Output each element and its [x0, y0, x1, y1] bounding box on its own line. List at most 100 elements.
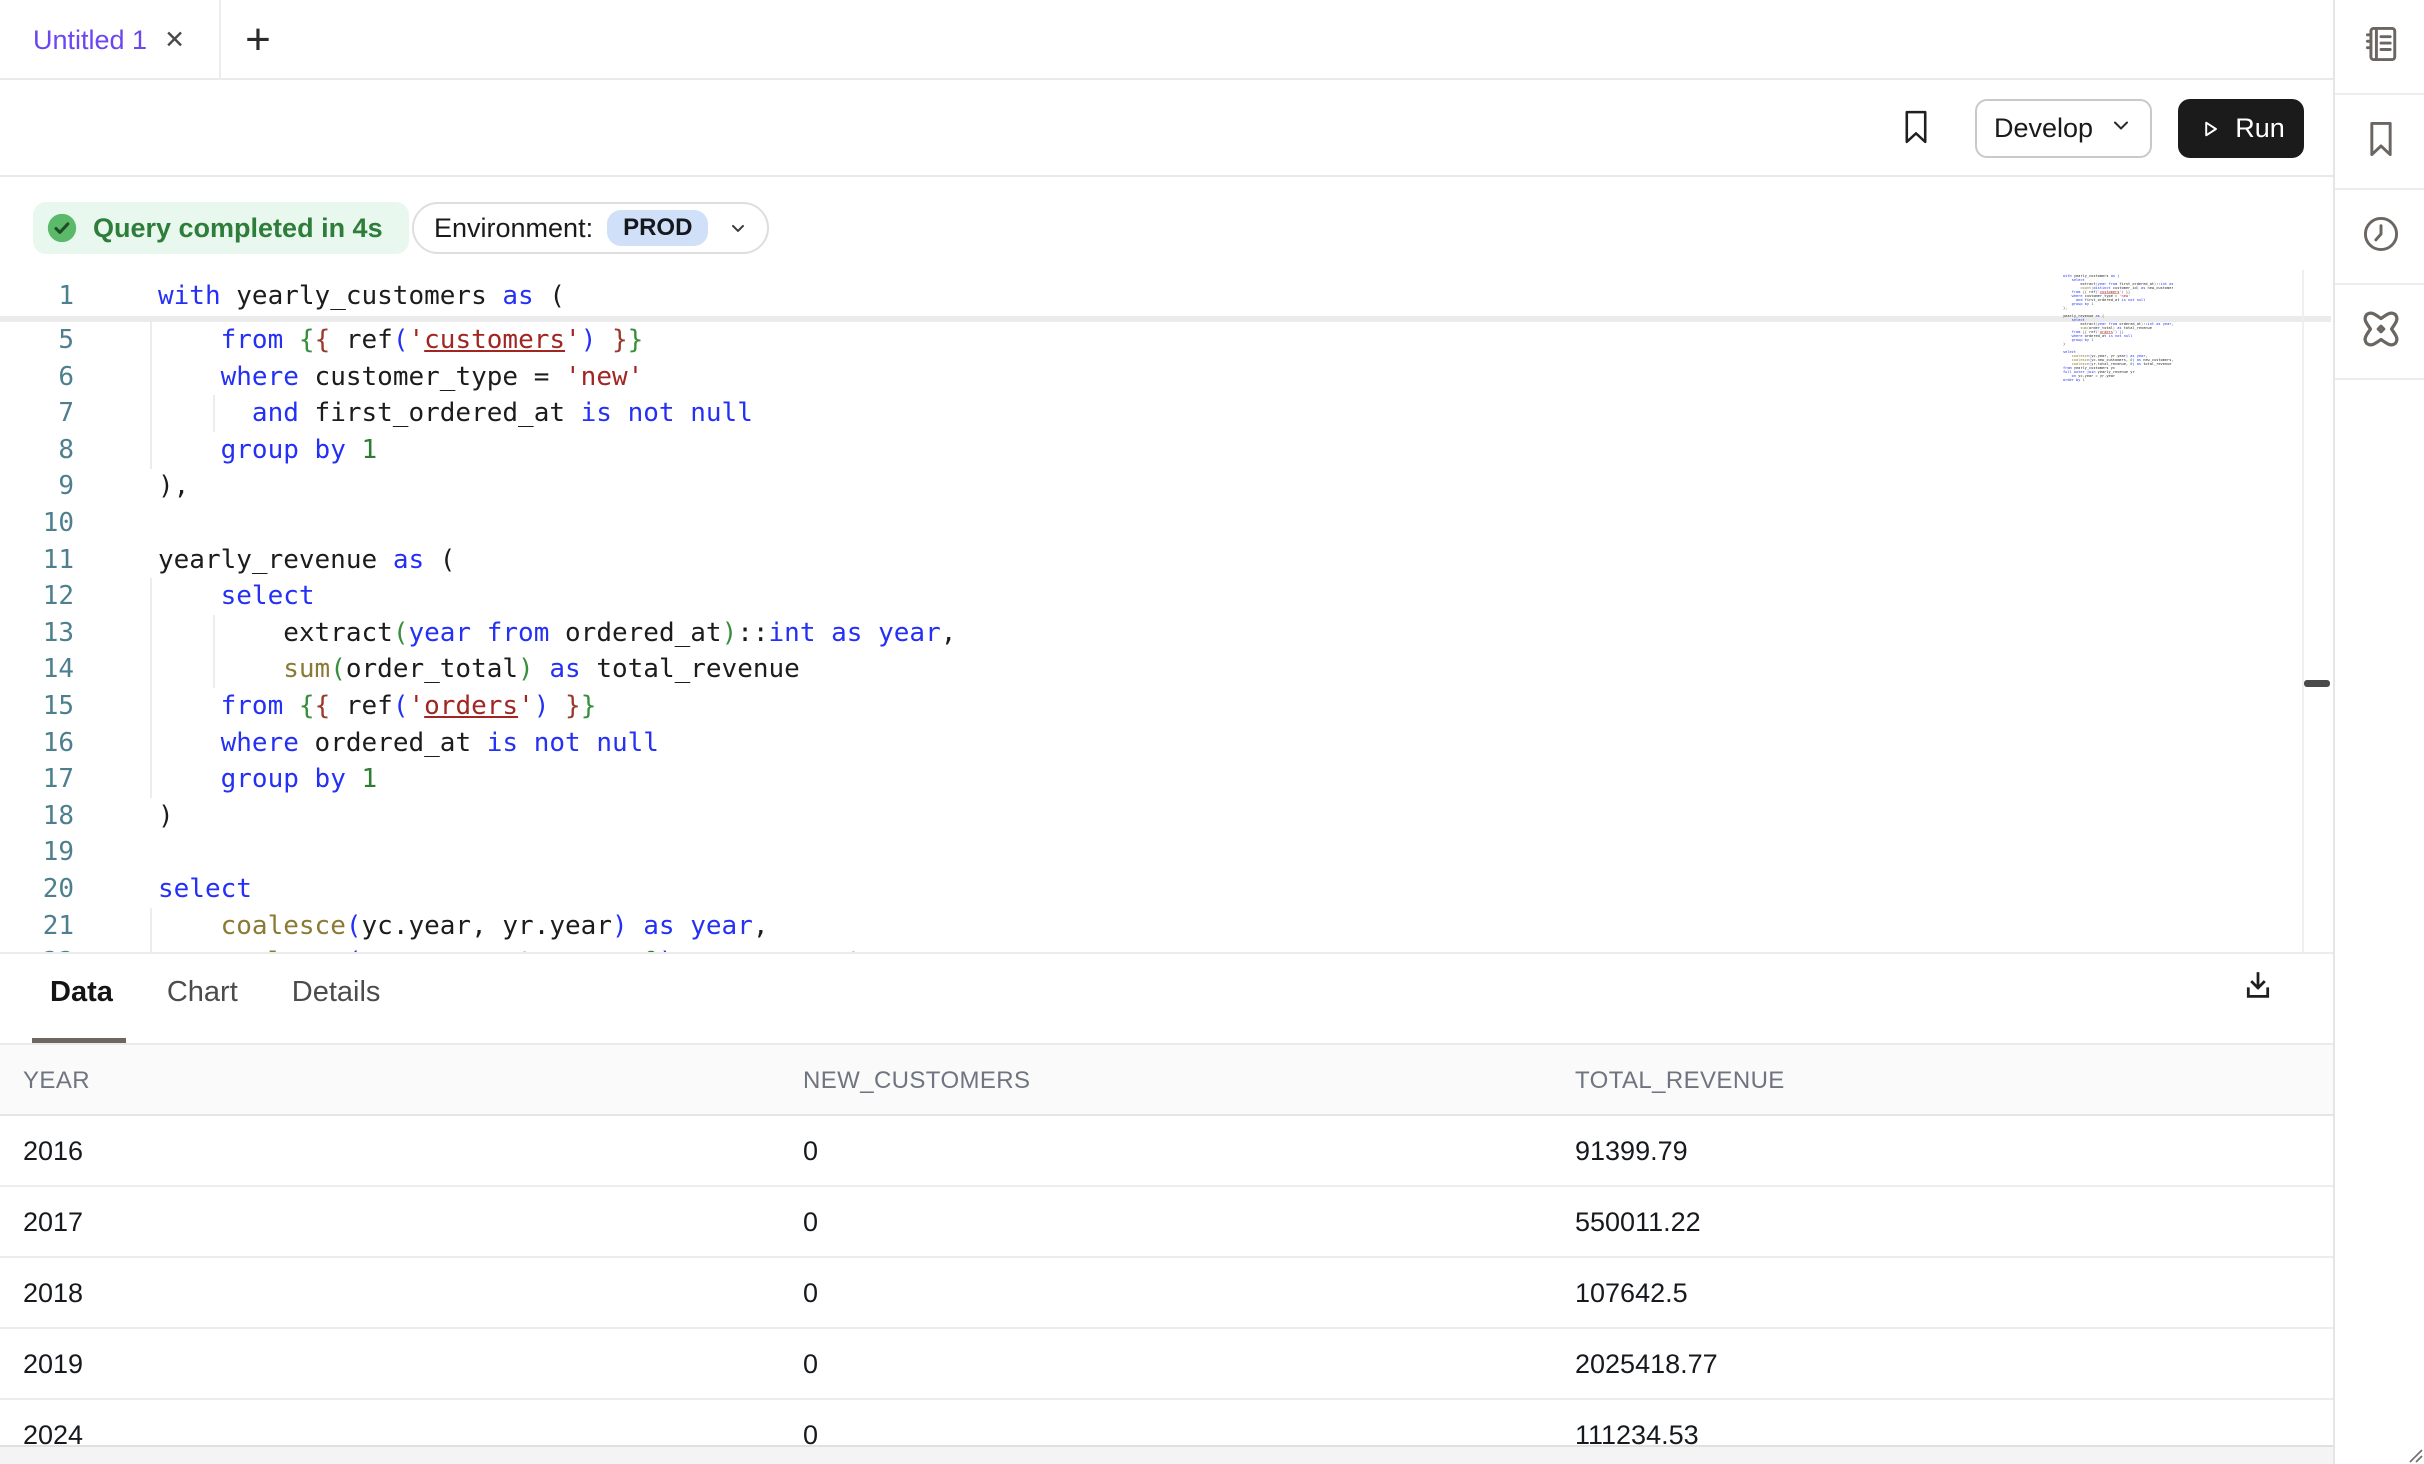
tab-title: Untitled 1	[33, 25, 147, 56]
cell-new_customers: 0	[803, 1187, 818, 1258]
line-number-5: 5	[0, 322, 74, 359]
download-icon	[2241, 968, 2275, 1009]
table-row-2019: 201902025418.77	[0, 1329, 2333, 1400]
code-line-17: group by 1	[158, 761, 377, 798]
indent-guide	[150, 725, 152, 762]
indent-guide	[150, 395, 152, 432]
notebook-icon	[2359, 22, 2403, 71]
editor-tab-bar: Untitled 1 ✕ +	[0, 0, 2333, 80]
develop-dropdown-button[interactable]: Develop	[1975, 99, 2152, 158]
editor-minimap[interactable]: with yearly_customers as ( select extrac…	[2063, 274, 2173, 392]
code-line-18: )	[158, 798, 174, 835]
line-number-8: 8	[0, 432, 74, 469]
tab-details[interactable]: Details	[292, 976, 381, 1009]
sql-code-editor[interactable]: 1with yearly_customers as (5 from {{ ref…	[0, 270, 2333, 952]
indent-guide	[150, 615, 152, 652]
query-status-badge: Query completed in 4s	[33, 202, 409, 254]
line-number-11: 11	[0, 542, 74, 579]
code-line-12: select	[158, 578, 315, 615]
indent-guide	[150, 908, 152, 945]
environment-value-badge: PROD	[607, 210, 708, 246]
bookmark-icon	[1899, 105, 1933, 154]
cell-total_revenue: 107642.5	[1575, 1258, 1688, 1329]
tab-data[interactable]: Data	[50, 976, 113, 1009]
table-row-2018: 20180107642.5	[0, 1258, 2333, 1329]
line-number-7: 7	[0, 395, 74, 432]
run-label: Run	[2235, 113, 2285, 144]
results-tab-bar: Data Chart Details	[50, 976, 380, 1009]
environment-label: Environment:	[434, 213, 593, 244]
editor-scrollbar-track	[2302, 270, 2304, 952]
cell-new_customers: 0	[803, 1116, 818, 1187]
code-line-22: coalesce(yc.new_customers, 0) as new_cus…	[158, 944, 956, 952]
new-tab-button[interactable]: +	[228, 0, 288, 80]
chevron-down-icon	[2109, 113, 2133, 144]
indent-guide	[150, 944, 152, 952]
right-icon-sidebar	[2333, 0, 2424, 1464]
line-number-15: 15	[0, 688, 74, 725]
indent-guide	[150, 651, 152, 688]
bookmark-button[interactable]	[1893, 103, 1939, 155]
cell-total_revenue: 550011.22	[1575, 1187, 1701, 1258]
code-line-13: extract(year from ordered_at)::int as ye…	[158, 615, 956, 652]
line-number-10: 10	[0, 505, 74, 542]
clock-icon	[2359, 212, 2403, 261]
code-line-15: from {{ ref('orders') }}	[158, 688, 596, 725]
cell-new_customers: 0	[803, 1329, 818, 1400]
indent-guide	[150, 322, 152, 359]
code-line-6: where customer_type = 'new'	[158, 359, 643, 396]
line-number-13: 13	[0, 615, 74, 652]
code-line-16: where ordered_at is not null	[158, 725, 659, 762]
results-panel: Data Chart Details YEAR NEW_CUSTOMERS TO…	[0, 952, 2333, 1464]
download-results-button[interactable]	[2236, 962, 2280, 1014]
close-tab-icon[interactable]: ✕	[164, 28, 185, 53]
line-number-21: 21	[0, 908, 74, 945]
line-number-19: 19	[0, 834, 74, 871]
line-number-9: 9	[0, 468, 74, 505]
indent-guide	[150, 688, 152, 725]
app-window: Untitled 1 ✕ + Develop Run	[0, 0, 2424, 1464]
indent-guide	[150, 578, 152, 615]
table-row-2016: 2016091399.79	[0, 1116, 2333, 1187]
cell-total_revenue: 2025418.77	[1575, 1329, 1718, 1400]
line-number-14: 14	[0, 651, 74, 688]
run-button[interactable]: Run	[2178, 99, 2304, 158]
code-line-14: sum(order_total) as total_revenue	[158, 651, 800, 688]
table-header-row: YEAR NEW_CUSTOMERS TOTAL_REVENUE	[0, 1045, 2333, 1116]
line-number-22: 22	[0, 944, 74, 952]
cell-new_customers: 0	[803, 1258, 818, 1329]
line-number-20: 20	[0, 871, 74, 908]
history-panel-button[interactable]	[2335, 190, 2424, 285]
tab-chart[interactable]: Chart	[167, 976, 238, 1009]
horizontal-scrollbar-track[interactable]	[0, 1445, 2333, 1464]
dbt-panel-button[interactable]	[2335, 285, 2424, 380]
indent-guide	[150, 432, 152, 469]
column-header-year: YEAR	[23, 1045, 90, 1116]
check-circle-icon	[45, 211, 79, 245]
line-number-12: 12	[0, 578, 74, 615]
resize-grip[interactable]	[2406, 1446, 2424, 1464]
editor-scrollbar-thumb[interactable]	[2304, 680, 2330, 687]
bookmark-icon	[2359, 117, 2403, 166]
minimap-content: with yearly_customers as ( select extrac…	[2063, 274, 2173, 382]
bookmarks-panel-button[interactable]	[2335, 95, 2424, 190]
code-line-9: ),	[158, 468, 189, 505]
develop-label: Develop	[1994, 113, 2093, 144]
chevron-down-icon	[728, 218, 748, 238]
code-line-8: group by 1	[158, 432, 377, 469]
environment-selector[interactable]: Environment: PROD	[412, 202, 769, 254]
cell-year: 2017	[23, 1187, 83, 1258]
cell-year: 2016	[23, 1116, 83, 1187]
indent-guide	[150, 359, 152, 396]
line-number-17: 17	[0, 761, 74, 798]
column-header-new-customers: NEW_CUSTOMERS	[803, 1045, 1030, 1116]
notebook-panel-button[interactable]	[2335, 0, 2424, 95]
line-number-16: 16	[0, 725, 74, 762]
tab-untitled-1[interactable]: Untitled 1 ✕	[0, 0, 221, 80]
code-line-7: and first_ordered_at is not null	[158, 395, 753, 432]
code-line-21: coalesce(yc.year, yr.year) as year,	[158, 908, 769, 945]
indent-guide	[150, 761, 152, 798]
play-icon	[2197, 116, 2223, 142]
column-header-total-revenue: TOTAL_REVENUE	[1575, 1045, 1785, 1116]
code-line-1: with yearly_customers as (	[158, 278, 565, 315]
